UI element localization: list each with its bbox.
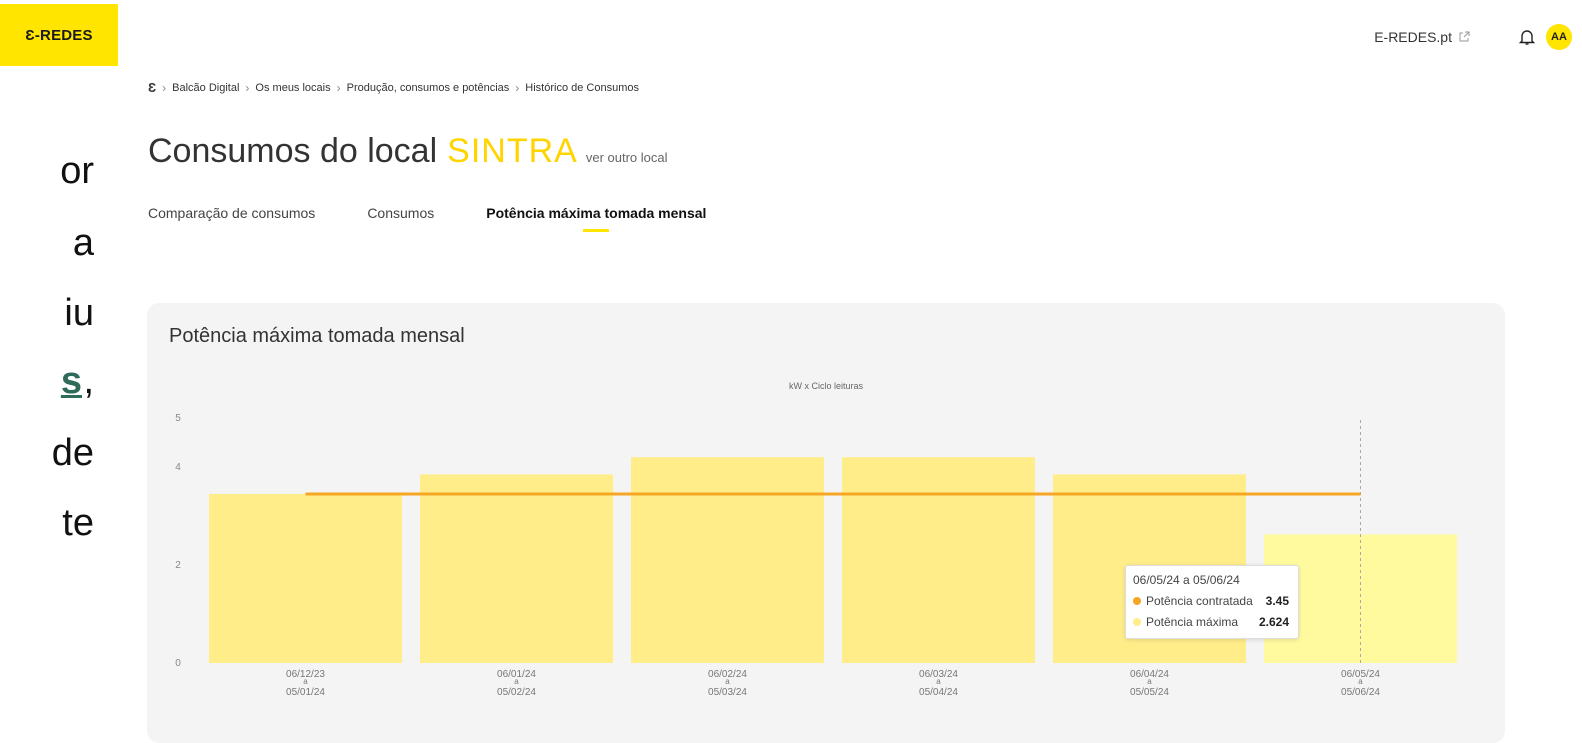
- y-tick-label: 2: [175, 560, 181, 571]
- x-tick-label: 05/03/24: [708, 687, 747, 698]
- x-tick-label: 05/06/24: [1341, 687, 1380, 698]
- x-tick-label: a: [725, 677, 730, 686]
- x-tick-label: a: [1147, 677, 1152, 686]
- tooltip-title: 06/05/24 a 05/06/24: [1133, 573, 1240, 587]
- power-chart: kW x Ciclo leituras024506/12/23a05/01/24…: [175, 381, 1457, 698]
- tooltip-row-contratada: Potência contratada 3.45: [1133, 594, 1293, 608]
- x-tick-label: a: [936, 677, 941, 686]
- x-tick-label: 05/02/24: [497, 687, 536, 698]
- legend-dot-icon: [1133, 597, 1141, 605]
- y-tick-label: 0: [175, 658, 181, 669]
- chart-title: kW x Ciclo leituras: [789, 381, 864, 391]
- tooltip-label: Potência contratada: [1146, 594, 1253, 608]
- x-tick-label: a: [303, 677, 308, 686]
- x-tick-label: 05/05/24: [1130, 687, 1169, 698]
- bar: [631, 457, 824, 663]
- x-tick-label: 05/01/24: [286, 687, 325, 698]
- tooltip-value: 3.45: [1265, 594, 1289, 608]
- y-tick-label: 5: [175, 413, 181, 424]
- legend-dot-icon: [1133, 618, 1141, 626]
- bar: [842, 457, 1035, 663]
- bar: [420, 474, 613, 663]
- bar: [209, 493, 402, 663]
- x-tick-label: a: [1358, 677, 1363, 686]
- x-tick-label: 05/04/24: [919, 687, 958, 698]
- chart-tooltip: 06/05/24 a 05/06/24 Potência contratada …: [1125, 565, 1299, 639]
- y-tick-label: 4: [175, 462, 181, 473]
- x-tick-label: a: [514, 677, 519, 686]
- tooltip-row-maxima: Potência máxima 2.624: [1133, 615, 1293, 629]
- tooltip-value: 2.624: [1258, 615, 1289, 629]
- tooltip-label: Potência máxima: [1146, 615, 1239, 629]
